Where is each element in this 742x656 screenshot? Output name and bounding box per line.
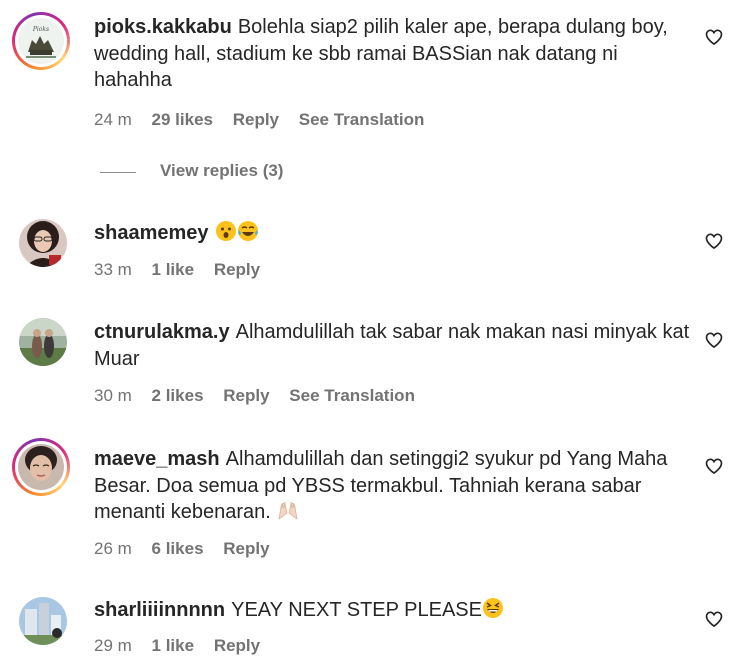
heart-icon[interactable] (704, 231, 724, 251)
svg-text:Pioks: Pioks (32, 26, 49, 33)
comment-text-block: sharliiiinnnnn YEAY NEXT STEP PLEASE (94, 597, 694, 624)
comment-username[interactable]: sharliiiinnnnn (94, 599, 225, 621)
reply-button[interactable]: Reply (233, 110, 279, 129)
comment-username[interactable]: shaamemey (94, 222, 209, 244)
comment-meta: 30 m 2 likes Reply See Translation (94, 386, 430, 406)
praying-hands-emoji-icon (278, 501, 298, 520)
comment-text-block: pioks.kakkabu Bolehla siap2 pilih kaler a… (94, 14, 694, 94)
comment-username[interactable]: maeve_mash (94, 448, 220, 470)
heart-icon[interactable] (704, 330, 724, 350)
comment-likes[interactable]: 1 like (152, 260, 195, 279)
heart-icon[interactable] (704, 27, 724, 47)
comment-meta: 29 m 1 like Reply (94, 636, 275, 656)
avatar[interactable] (19, 219, 67, 267)
comment-likes[interactable]: 29 likes (152, 110, 213, 129)
reply-button[interactable]: Reply (214, 636, 260, 655)
comment-text-block: ctnurulakma.y Alhamdulillah tak sabar nak… (94, 319, 694, 372)
comment-username[interactable]: pioks.kakkabu (94, 16, 232, 38)
view-replies-divider (100, 172, 136, 173)
comment-likes[interactable]: 1 like (152, 636, 195, 655)
comment-meta: 24 m 29 likes Reply See Translation (94, 110, 439, 130)
comment-text-block: shaamemey (94, 220, 694, 247)
heart-icon[interactable] (704, 609, 724, 629)
comment-username[interactable]: ctnurulakma.y (94, 321, 230, 343)
comment-likes[interactable]: 6 likes (152, 539, 204, 558)
comment-time: 30 m (94, 386, 132, 405)
view-replies-label[interactable]: View replies (3) (160, 161, 283, 181)
avatar[interactable] (12, 438, 70, 496)
comment-likes[interactable]: 2 likes (152, 386, 204, 405)
avatar[interactable] (19, 597, 67, 645)
comment-meta: 33 m 1 like Reply (94, 260, 275, 280)
comment-meta: 26 m 6 likes Reply (94, 539, 285, 559)
reply-button[interactable]: Reply (214, 260, 260, 279)
comment-time: 24 m (94, 110, 132, 129)
surprised-face-emoji-icon (215, 221, 236, 241)
comment-text: YEAY NEXT STEP PLEASE (231, 599, 482, 621)
comment-time: 26 m (94, 539, 132, 558)
avatar[interactable] (19, 318, 67, 366)
reply-button[interactable]: Reply (223, 386, 269, 405)
heart-icon[interactable] (704, 456, 724, 476)
reply-button[interactable]: Reply (223, 539, 269, 558)
see-translation-button[interactable]: See Translation (289, 386, 415, 405)
see-translation-button[interactable]: See Translation (299, 110, 425, 129)
comment-text-block: maeve_mash Alhamdulillah dan setinggi2 sy… (94, 446, 694, 526)
comment-time: 33 m (94, 260, 132, 279)
grinning-squinting-emoji-icon (482, 598, 503, 618)
avatar[interactable]: Pioks (12, 12, 70, 70)
tears-of-joy-emoji-icon (237, 221, 258, 241)
comment-time: 29 m (94, 636, 132, 655)
